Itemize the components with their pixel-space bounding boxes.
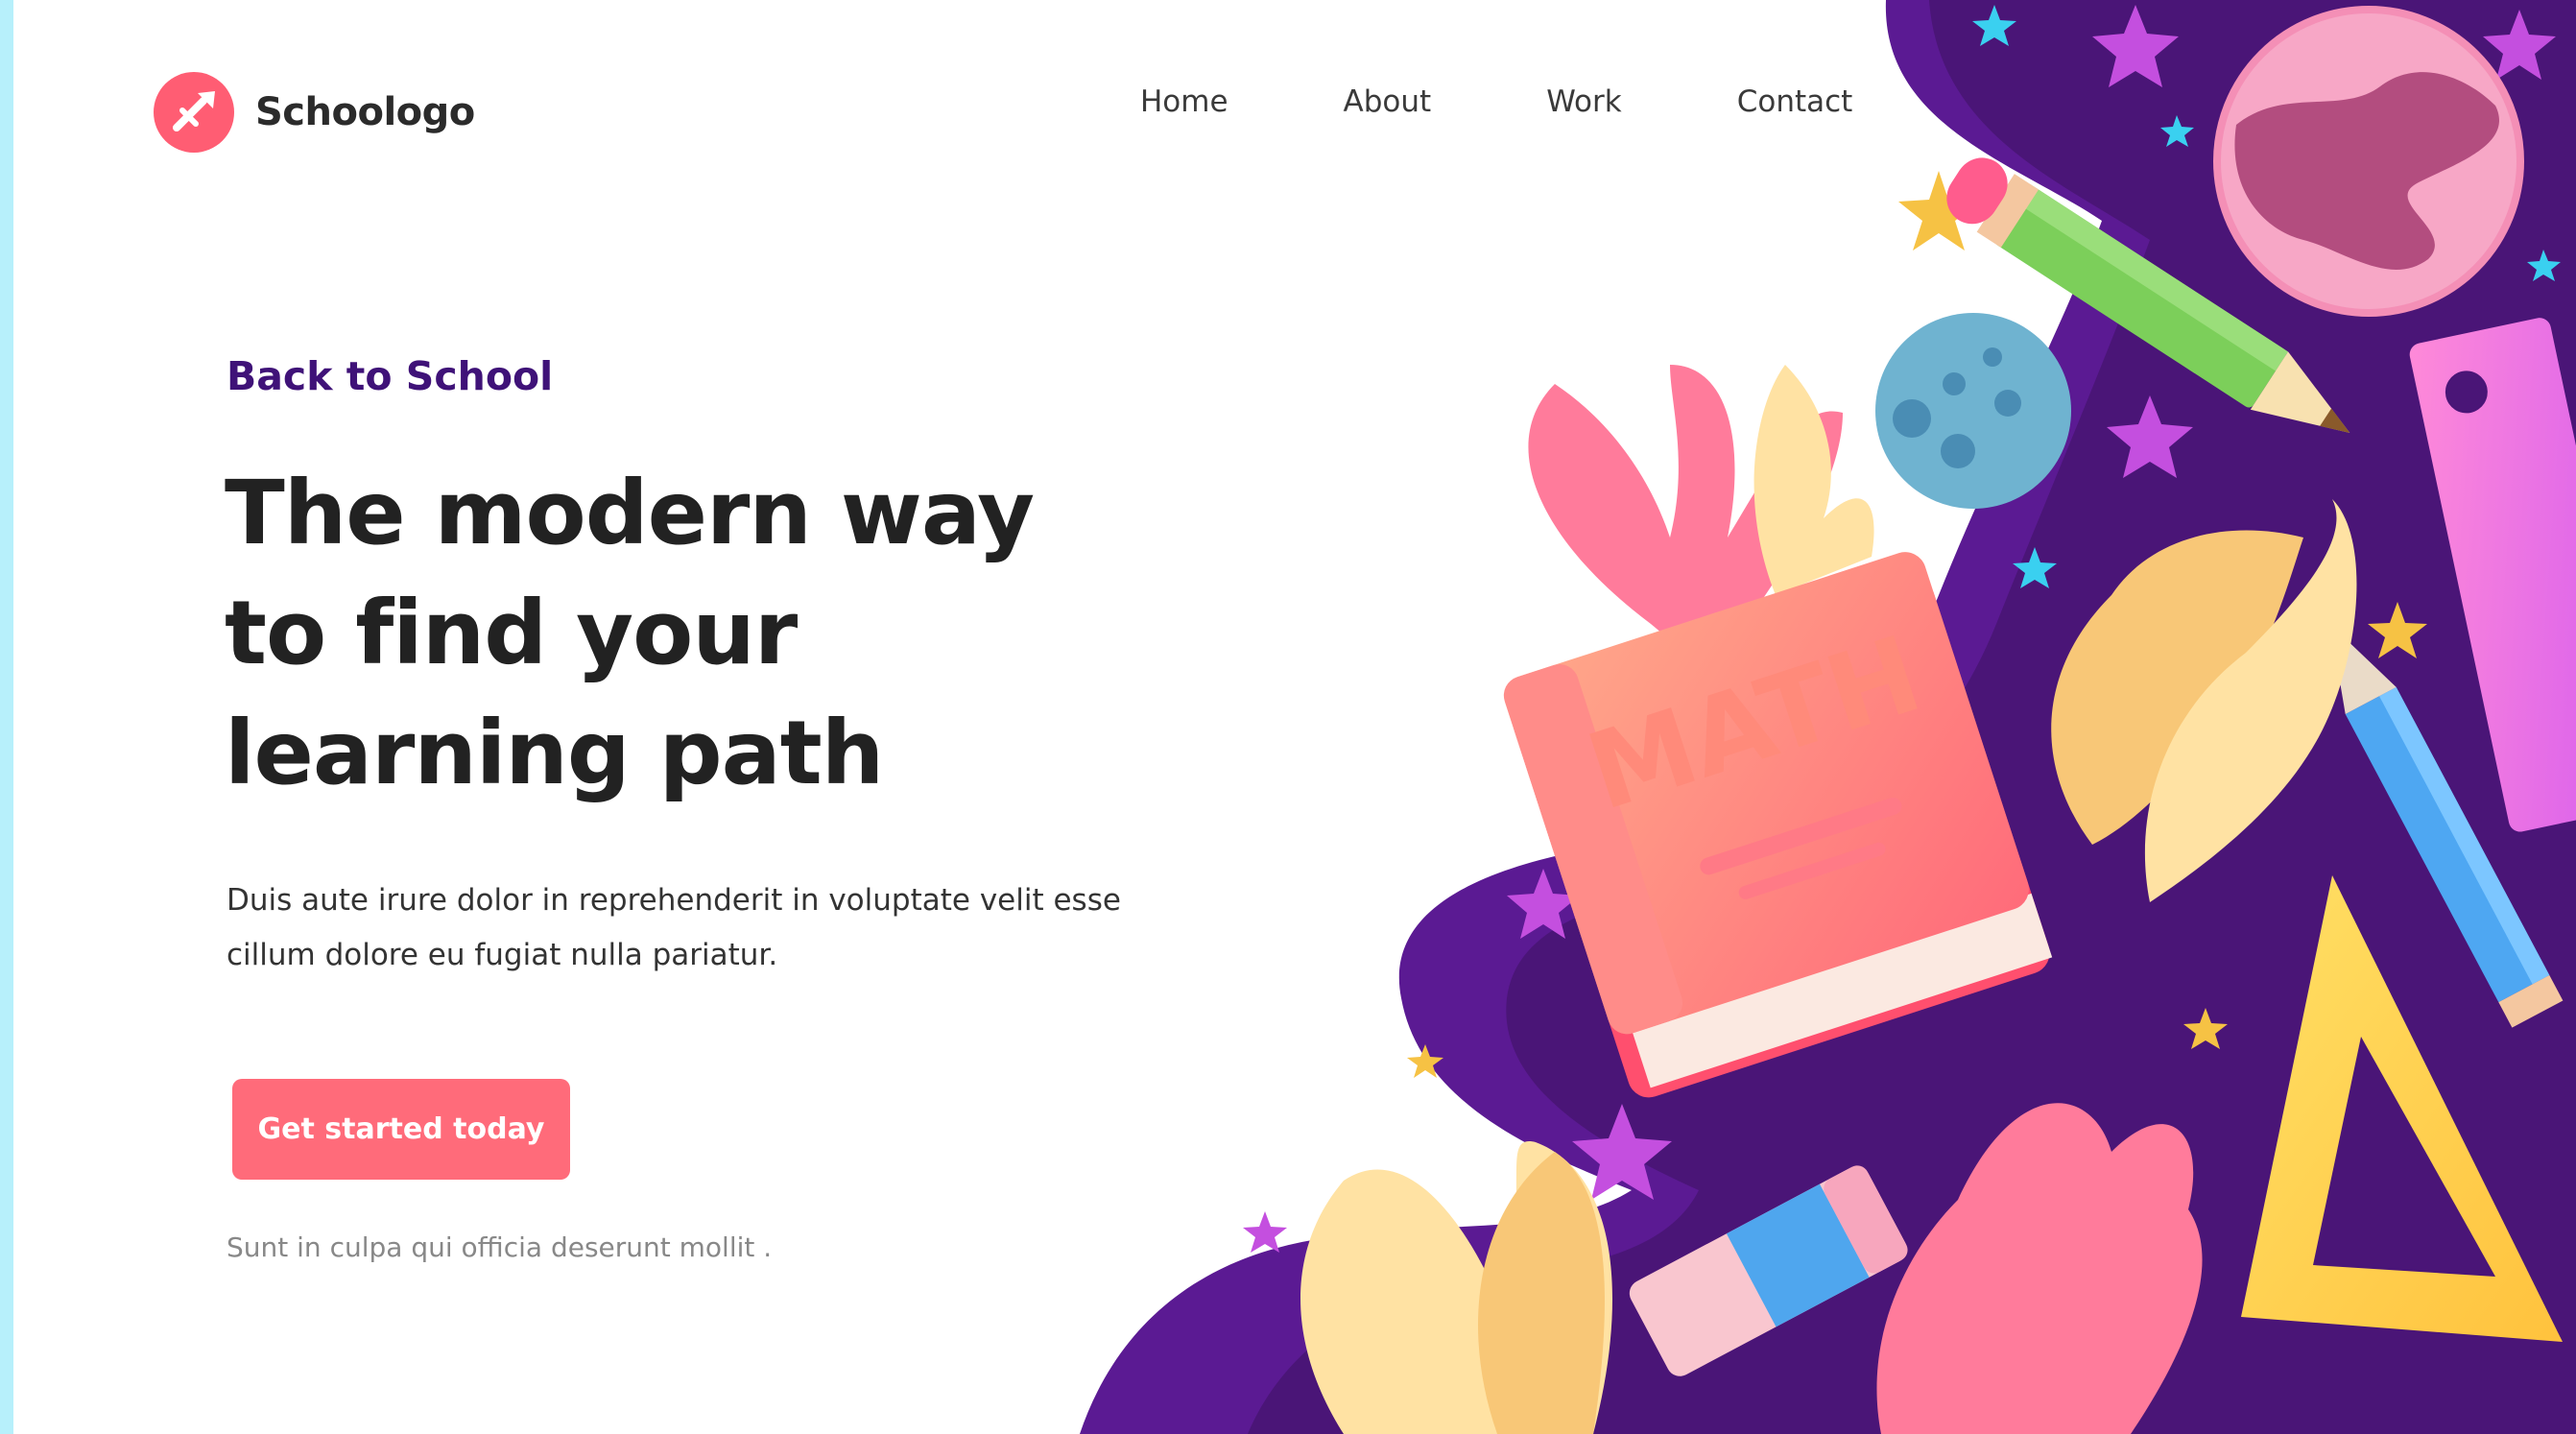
brand-logo[interactable]: Schoologo	[154, 72, 475, 153]
planet-icon	[2213, 6, 2524, 317]
description-line-1: Duis aute irure dolor in reprehenderit i…	[227, 883, 1121, 918]
description-line-2: cillum dolore eu fugiat nulla pariatur.	[227, 938, 778, 972]
headline-line-2: to find your	[225, 582, 798, 684]
headline-line-3: learning path	[225, 702, 884, 804]
get-started-button[interactable]: Get started today	[232, 1079, 570, 1180]
headline-line-1: The modern way	[225, 462, 1035, 564]
hero-eyebrow: Back to School	[227, 353, 554, 399]
hero-footnote: Sunt in culpa qui officia deserunt molli…	[227, 1231, 773, 1263]
hero-description: Duis aute irure dolor in reprehenderit i…	[227, 873, 1129, 983]
hero-headline: The modern way to find your learning pat…	[225, 453, 1088, 813]
nav-about[interactable]: About	[1344, 84, 1432, 119]
nav-work[interactable]: Work	[1546, 84, 1622, 119]
main-nav: Home About Work Contact	[1140, 84, 1852, 119]
moon-icon	[1875, 313, 2071, 509]
nav-contact[interactable]: Contact	[1737, 84, 1853, 119]
nav-home[interactable]: Home	[1140, 84, 1228, 119]
brand-name: Schoologo	[255, 90, 475, 134]
logo-mark-icon	[154, 72, 234, 153]
